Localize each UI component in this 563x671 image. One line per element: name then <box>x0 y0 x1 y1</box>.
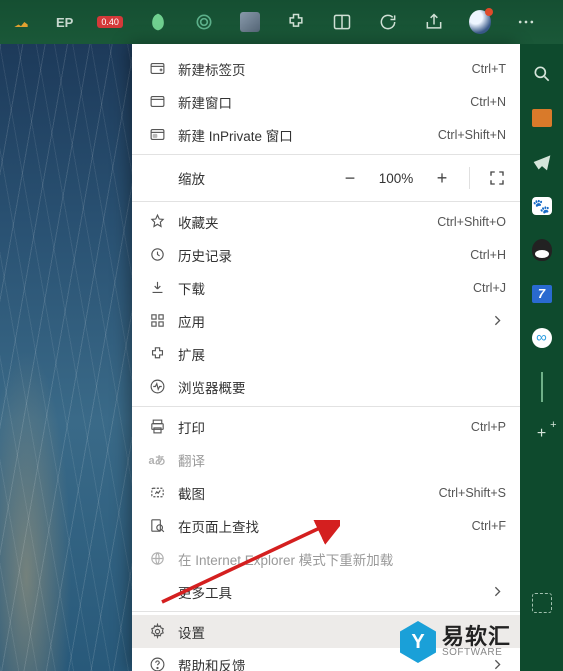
pulse-icon <box>148 378 166 396</box>
profile-avatar[interactable] <box>469 11 491 33</box>
gear-icon <box>148 623 166 641</box>
new-window-icon <box>148 93 166 111</box>
menu-label: 更多工具 <box>178 582 476 602</box>
menu-item-print[interactable]: 打印 Ctrl+P <box>132 410 520 443</box>
menu-label: 历史记录 <box>178 245 458 265</box>
zoom-label: 缩放 <box>178 168 327 188</box>
blank-icon <box>148 583 166 601</box>
sidebar-divider <box>541 372 543 402</box>
menu-item-new-window[interactable]: 新建窗口 Ctrl+N <box>132 85 520 118</box>
menu-item-ie-mode: 在 Internet Explorer 模式下重新加载 <box>132 542 520 575</box>
menu-shortcut: Ctrl+Shift+O <box>437 215 506 229</box>
toolbar-item-animal-icon[interactable] <box>10 11 32 33</box>
chevron-right-icon <box>488 312 506 330</box>
separator <box>132 201 520 202</box>
menu-label: 下载 <box>178 278 461 298</box>
split-screen-icon[interactable] <box>331 11 353 33</box>
menu-item-new-tab[interactable]: 新建标签页 Ctrl+T <box>132 52 520 85</box>
menu-label: 翻译 <box>178 450 506 470</box>
zoom-value: 100% <box>373 171 419 186</box>
page-content-background <box>0 44 132 671</box>
menu-item-zoom: 缩放 − 100% + <box>132 158 520 198</box>
star-icon <box>148 213 166 231</box>
help-icon <box>148 656 166 671</box>
apps-icon <box>148 312 166 330</box>
download-icon <box>148 279 166 297</box>
separator <box>132 154 520 155</box>
menu-item-extensions[interactable]: 扩展 <box>132 337 520 370</box>
new-tab-icon <box>148 60 166 78</box>
ie-icon <box>148 550 166 568</box>
menu-item-translate: aあ 翻译 <box>132 443 520 476</box>
sidebar-7-icon[interactable]: 7 <box>530 282 554 306</box>
chevron-right-icon <box>488 583 506 601</box>
screenshot-icon <box>148 484 166 502</box>
menu-item-more-tools[interactable]: 更多工具 <box>132 575 520 608</box>
toolbar-item-chatgpt-icon[interactable] <box>193 11 215 33</box>
sidebar-telegram-icon[interactable] <box>530 150 554 174</box>
menu-item-apps[interactable]: 应用 <box>132 304 520 337</box>
menu-label: 收藏夹 <box>178 212 425 232</box>
toolbar-badge[interactable]: 0.40 <box>97 11 123 33</box>
menu-item-find[interactable]: 在页面上查找 Ctrl+F <box>132 509 520 542</box>
sidebar-add-button[interactable]: + <box>530 422 554 446</box>
fullscreen-button[interactable] <box>480 163 514 193</box>
toolbar-item-avatar[interactable] <box>239 11 261 33</box>
sidebar-qq-icon[interactable] <box>530 238 554 262</box>
watermark-text-en: SOFTWARE <box>442 648 511 658</box>
toolbar-item-ep[interactable]: EP <box>56 11 73 33</box>
history-icon <box>148 246 166 264</box>
menu-shortcut: Ctrl+Shift+S <box>439 486 506 500</box>
inprivate-icon <box>148 126 166 144</box>
sidebar-link-icon[interactable]: ∞ <box>530 326 554 350</box>
watermark-text-cn: 易软汇 <box>442 626 511 648</box>
menu-shortcut: Ctrl+Shift+N <box>438 128 506 142</box>
menu-label: 扩展 <box>178 344 506 364</box>
refresh-icon[interactable] <box>377 11 399 33</box>
menu-shortcut: Ctrl+H <box>470 248 506 262</box>
browser-top-toolbar: EP 0.40 <box>0 0 563 44</box>
find-icon <box>148 517 166 535</box>
menu-shortcut: Ctrl+T <box>472 62 506 76</box>
sidebar-customize-icon[interactable] <box>530 591 554 615</box>
menu-label: 在页面上查找 <box>178 516 460 536</box>
menu-shortcut: Ctrl+F <box>472 519 506 533</box>
sidebar-briefcase-icon[interactable] <box>530 106 554 130</box>
menu-item-favorites[interactable]: 收藏夹 Ctrl+Shift+O <box>132 205 520 238</box>
menu-shortcut: Ctrl+J <box>473 281 506 295</box>
menu-label: 新建标签页 <box>178 59 460 79</box>
extensions-icon[interactable] <box>285 11 307 33</box>
menu-label: 在 Internet Explorer 模式下重新加载 <box>178 549 506 569</box>
menu-label: 浏览器概要 <box>178 377 506 397</box>
menu-label: 截图 <box>178 483 427 503</box>
toolbar-item-leaf-icon[interactable] <box>147 11 169 33</box>
menu-item-downloads[interactable]: 下载 Ctrl+J <box>132 271 520 304</box>
settings-and-more-menu: 新建标签页 Ctrl+T 新建窗口 Ctrl+N 新建 InPrivate 窗口… <box>132 44 520 671</box>
edge-sidebar: 🐾 7 ∞ + <box>520 44 563 671</box>
separator <box>132 611 520 612</box>
zoom-out-button[interactable]: − <box>333 163 367 193</box>
menu-label: 新建窗口 <box>178 92 458 112</box>
separator <box>132 406 520 407</box>
menu-shortcut: Ctrl+P <box>471 420 506 434</box>
separator <box>469 167 470 189</box>
menu-item-new-inprivate[interactable]: 新建 InPrivate 窗口 Ctrl+Shift+N <box>132 118 520 151</box>
menu-item-history[interactable]: 历史记录 Ctrl+H <box>132 238 520 271</box>
watermark-logo: Y <box>400 621 436 663</box>
watermark: Y 易软汇 SOFTWARE <box>400 621 511 663</box>
menu-label: 打印 <box>178 417 459 437</box>
menu-label: 新建 InPrivate 窗口 <box>178 125 426 145</box>
menu-item-browser-essentials[interactable]: 浏览器概要 <box>132 370 520 403</box>
extension-icon <box>148 345 166 363</box>
menu-label: 应用 <box>178 311 476 331</box>
zoom-in-button[interactable]: + <box>425 163 459 193</box>
sidebar-search-icon[interactable] <box>530 62 554 86</box>
sidebar-baidu-icon[interactable]: 🐾 <box>530 194 554 218</box>
print-icon <box>148 418 166 436</box>
translate-icon: aあ <box>148 451 166 469</box>
menu-item-screenshot[interactable]: 截图 Ctrl+Shift+S <box>132 476 520 509</box>
more-menu-button[interactable] <box>515 11 537 33</box>
share-icon[interactable] <box>423 11 445 33</box>
menu-shortcut: Ctrl+N <box>470 95 506 109</box>
